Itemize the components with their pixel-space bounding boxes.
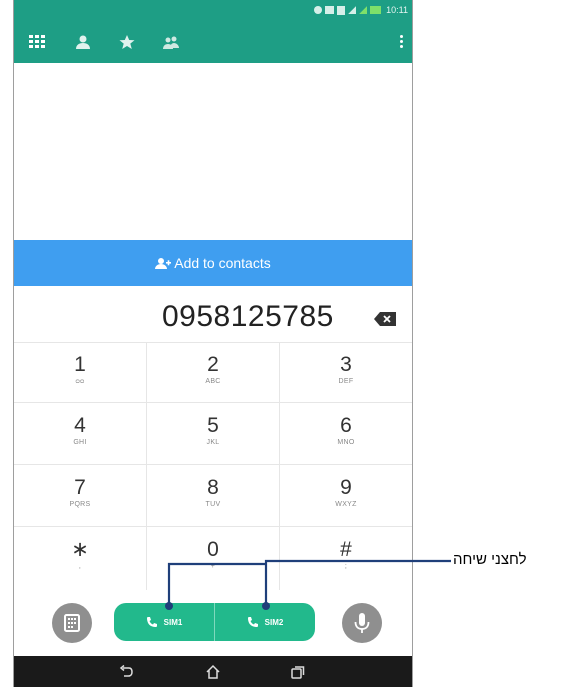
call-buttons-annotation: לחצני שיחה [453,551,527,568]
annotation-callout-lines [165,559,451,610]
